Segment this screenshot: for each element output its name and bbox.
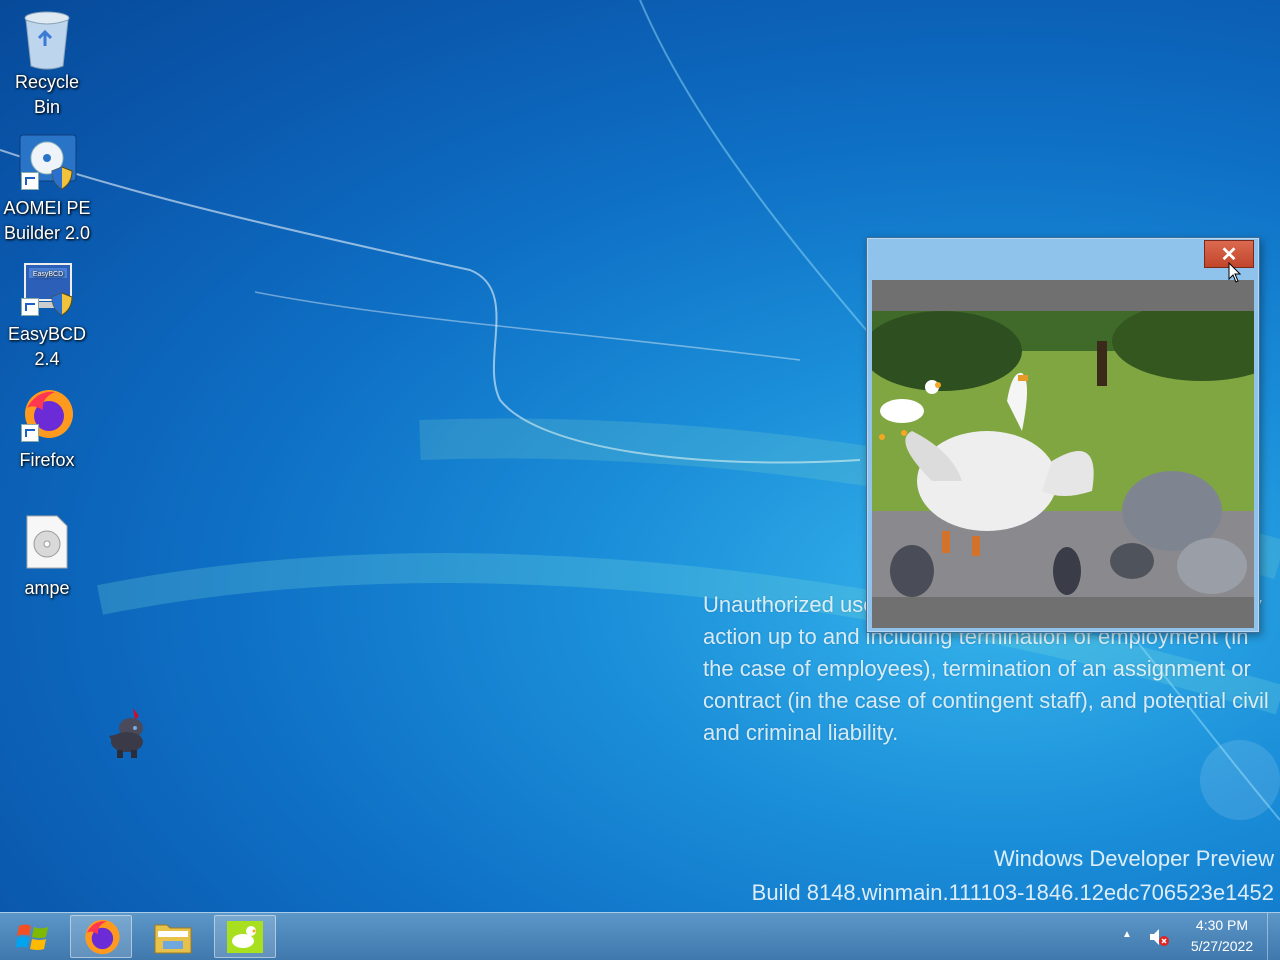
icon-label-line2: Builder 2.0 [3, 223, 91, 243]
system-clock[interactable]: 4:30 PM 5/27/2022 [1172, 915, 1272, 957]
icon-label: EasyBCD [7, 324, 87, 344]
icon-label: AOMEI PE [3, 198, 91, 218]
file-explorer-icon [154, 924, 192, 953]
uac-shield-icon [51, 166, 73, 190]
disc-image-file-icon [19, 514, 75, 570]
volume-muted-icon[interactable] [1148, 927, 1170, 947]
desktop-icon-easybcd[interactable]: EasyBCD EasyBCD 2.4 [0, 256, 94, 372]
clock-date: 5/27/2022 [1190, 938, 1254, 954]
show-desktop-button[interactable] [1267, 913, 1280, 960]
goose-app-icon [227, 920, 263, 953]
easybcd-icon: EasyBCD [19, 260, 75, 316]
taskbar-firefox-button[interactable] [70, 915, 132, 958]
clock-time: 4:30 PM [1195, 917, 1249, 933]
mouse-cursor-icon [1228, 262, 1242, 283]
uac-shield-icon [51, 292, 73, 316]
build-watermark: Build 8148.winmain.111103-1846.12edc7065… [751, 880, 1274, 905]
desktop-icon-recycle-bin[interactable]: Recycle Bin [0, 4, 94, 120]
firefox-icon [19, 386, 75, 442]
taskbar-goose-app-button[interactable] [214, 915, 276, 958]
icon-label-line2: 2.4 [34, 349, 60, 369]
popup-window[interactable]: ✕ [866, 237, 1260, 633]
taskbar-file-explorer-button[interactable] [142, 915, 204, 958]
desktop-icon-firefox[interactable]: Firefox [0, 382, 94, 473]
start-button[interactable] [0, 913, 66, 960]
goose-video-image [872, 311, 1254, 597]
edition-watermark: Windows Developer Preview [994, 846, 1274, 871]
show-hidden-icons-button[interactable]: ▲ [1122, 929, 1132, 940]
icon-label: ampe [24, 578, 70, 598]
icon-label: Recycle [14, 72, 80, 92]
desktop-icon-aomei-pe-builder[interactable]: AOMEI PE Builder 2.0 [0, 130, 94, 246]
desktop-icon-ampe[interactable]: ampe [0, 510, 94, 601]
easybcd-badge-text: EasyBCD [33, 271, 63, 278]
desktop-pet-sprite-icon[interactable] [105, 706, 153, 760]
shortcut-arrow-icon [21, 424, 39, 442]
shortcut-arrow-icon [21, 298, 39, 316]
windows-start-icon [16, 924, 48, 950]
shortcut-arrow-icon [21, 172, 39, 190]
recycle-bin-icon [19, 8, 75, 70]
aomei-disc-icon [19, 134, 77, 190]
icon-label-line2: Bin [33, 97, 60, 117]
taskbar: ▲ 4:30 PM 5/27/2022 [0, 912, 1280, 960]
popup-content [872, 280, 1254, 628]
firefox-icon [85, 919, 120, 954]
icon-label: Firefox [19, 450, 75, 470]
